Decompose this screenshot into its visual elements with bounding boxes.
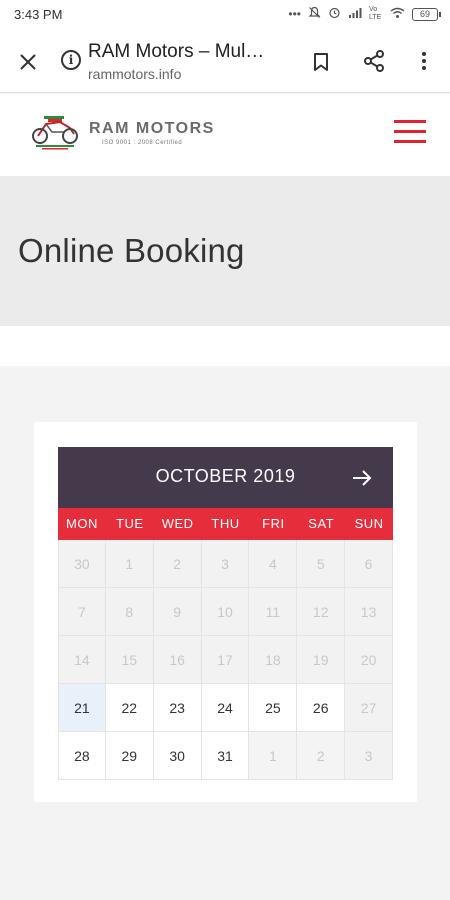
calendar-day-past: 17	[201, 636, 250, 684]
wifi-icon	[390, 7, 405, 22]
calendar-weekday-row: MON TUE WED THU FRI SAT SUN	[58, 508, 393, 540]
calendar-day-today[interactable]: 21	[58, 684, 106, 732]
calendar-day-past: 3	[345, 732, 393, 780]
calendar-day-past: 19	[297, 636, 346, 684]
calendar-day-active[interactable]: 23	[153, 684, 202, 732]
status-bar: 3:43 PM ••• Vo LTE 69	[0, 0, 450, 30]
calendar-day-active[interactable]: 30	[153, 732, 202, 780]
hamburger-menu-button[interactable]	[394, 120, 426, 146]
site-info-icon[interactable]: i	[61, 50, 81, 70]
calendar-day-past: 5	[297, 540, 346, 588]
weekday-fri: FRI	[262, 516, 285, 531]
calendar-day-past: 13	[345, 588, 393, 636]
section-spacer	[0, 326, 450, 366]
calendar-day-past: 9	[153, 588, 202, 636]
calendar-day-past: 1	[105, 540, 154, 588]
calendar-day-past: 12	[297, 588, 346, 636]
arrow-right-icon	[353, 470, 372, 486]
calendar-day-past: 20	[345, 636, 393, 684]
calendar-day-past: 2	[153, 540, 202, 588]
signal-icon	[348, 7, 362, 22]
calendar-day-active[interactable]: 29	[105, 732, 154, 780]
bookmark-button[interactable]	[308, 48, 334, 76]
status-time: 3:43 PM	[14, 7, 63, 22]
more-notifications-icon: •••	[288, 7, 301, 21]
ram-motors-logo[interactable]	[30, 114, 80, 152]
calendar-day-active[interactable]: 31	[201, 732, 250, 780]
brand-name[interactable]: RAM MOTORS	[89, 120, 215, 138]
page-title-band: Online Booking	[0, 176, 450, 326]
calendar-day-past: 4	[249, 540, 298, 588]
browser-page-title[interactable]: RAM Motors – Mul…	[88, 41, 288, 63]
share-icon	[364, 50, 384, 72]
calendar-day-past: 27	[345, 684, 393, 732]
calendar-day-next-month: 2	[297, 732, 346, 780]
weekday-wed: WED	[161, 516, 194, 531]
browser-url[interactable]: rammotors.info	[88, 66, 181, 82]
hamburger-line	[394, 130, 426, 133]
browser-toolbar: i RAM Motors – Mul… rammotors.info	[0, 30, 450, 93]
calendar-day-grid: 30 1 2 3 4 5 6 7 8 9 10 11 12 13 14 15 16 17 18 19 20 21 22 23 2…	[58, 540, 393, 780]
battery-icon: 69	[412, 7, 441, 21]
booking-calendar: OCTOBER 2019 MON TUE WED THU FRI SAT SUN 30 1 2 3…	[58, 447, 393, 780]
calendar-day-active[interactable]: 28	[58, 732, 106, 780]
weekday-sun: SUN	[354, 516, 384, 531]
calendar-day-past: 30	[58, 540, 106, 588]
page-title: Online Booking	[18, 232, 245, 269]
calendar-day-past: 11	[249, 588, 298, 636]
share-button[interactable]	[361, 47, 387, 75]
hamburger-line	[394, 140, 426, 143]
calendar-day-active[interactable]: 22	[105, 684, 154, 732]
mute-icon	[308, 6, 321, 22]
more-vert-icon	[422, 52, 426, 70]
calendar-header: OCTOBER 2019	[58, 447, 393, 508]
weekday-sat: SAT	[308, 516, 335, 531]
calendar-day-next-month: 1	[249, 732, 298, 780]
volte-label: Vo LTE	[369, 6, 382, 21]
overflow-menu-button[interactable]	[412, 47, 436, 75]
site-header: RAM MOTORS ISO 9001 : 2008 Certified	[0, 94, 450, 176]
brand-tagline: ISO 9001 : 2008 Certified	[102, 140, 183, 146]
calendar-day-past: 7	[58, 588, 106, 636]
bookmark-icon	[314, 53, 328, 71]
calendar-day-past: 8	[105, 588, 154, 636]
calendar-day-active[interactable]: 24	[201, 684, 250, 732]
alarm-icon	[328, 6, 341, 22]
calendar-day-past: 18	[249, 636, 298, 684]
weekday-thu: THU	[211, 516, 240, 531]
calendar-day-active[interactable]: 26	[297, 684, 346, 732]
next-month-button[interactable]	[349, 465, 375, 491]
calendar-day-past: 16	[153, 636, 202, 684]
calendar-day-past: 3	[201, 540, 250, 588]
calendar-day-past: 6	[345, 540, 393, 588]
weekday-tue: TUE	[116, 516, 144, 531]
close-button[interactable]	[14, 48, 42, 76]
calendar-day-active[interactable]: 25	[249, 684, 298, 732]
calendar-day-past: 14	[58, 636, 106, 684]
hamburger-line	[394, 120, 426, 123]
calendar-day-past: 15	[105, 636, 154, 684]
calendar-month-label: OCTOBER 2019	[155, 466, 296, 486]
weekday-mon: MON	[66, 516, 98, 531]
close-icon	[20, 54, 36, 70]
calendar-day-past: 10	[201, 588, 250, 636]
status-icons: ••• Vo LTE 69	[288, 6, 441, 22]
